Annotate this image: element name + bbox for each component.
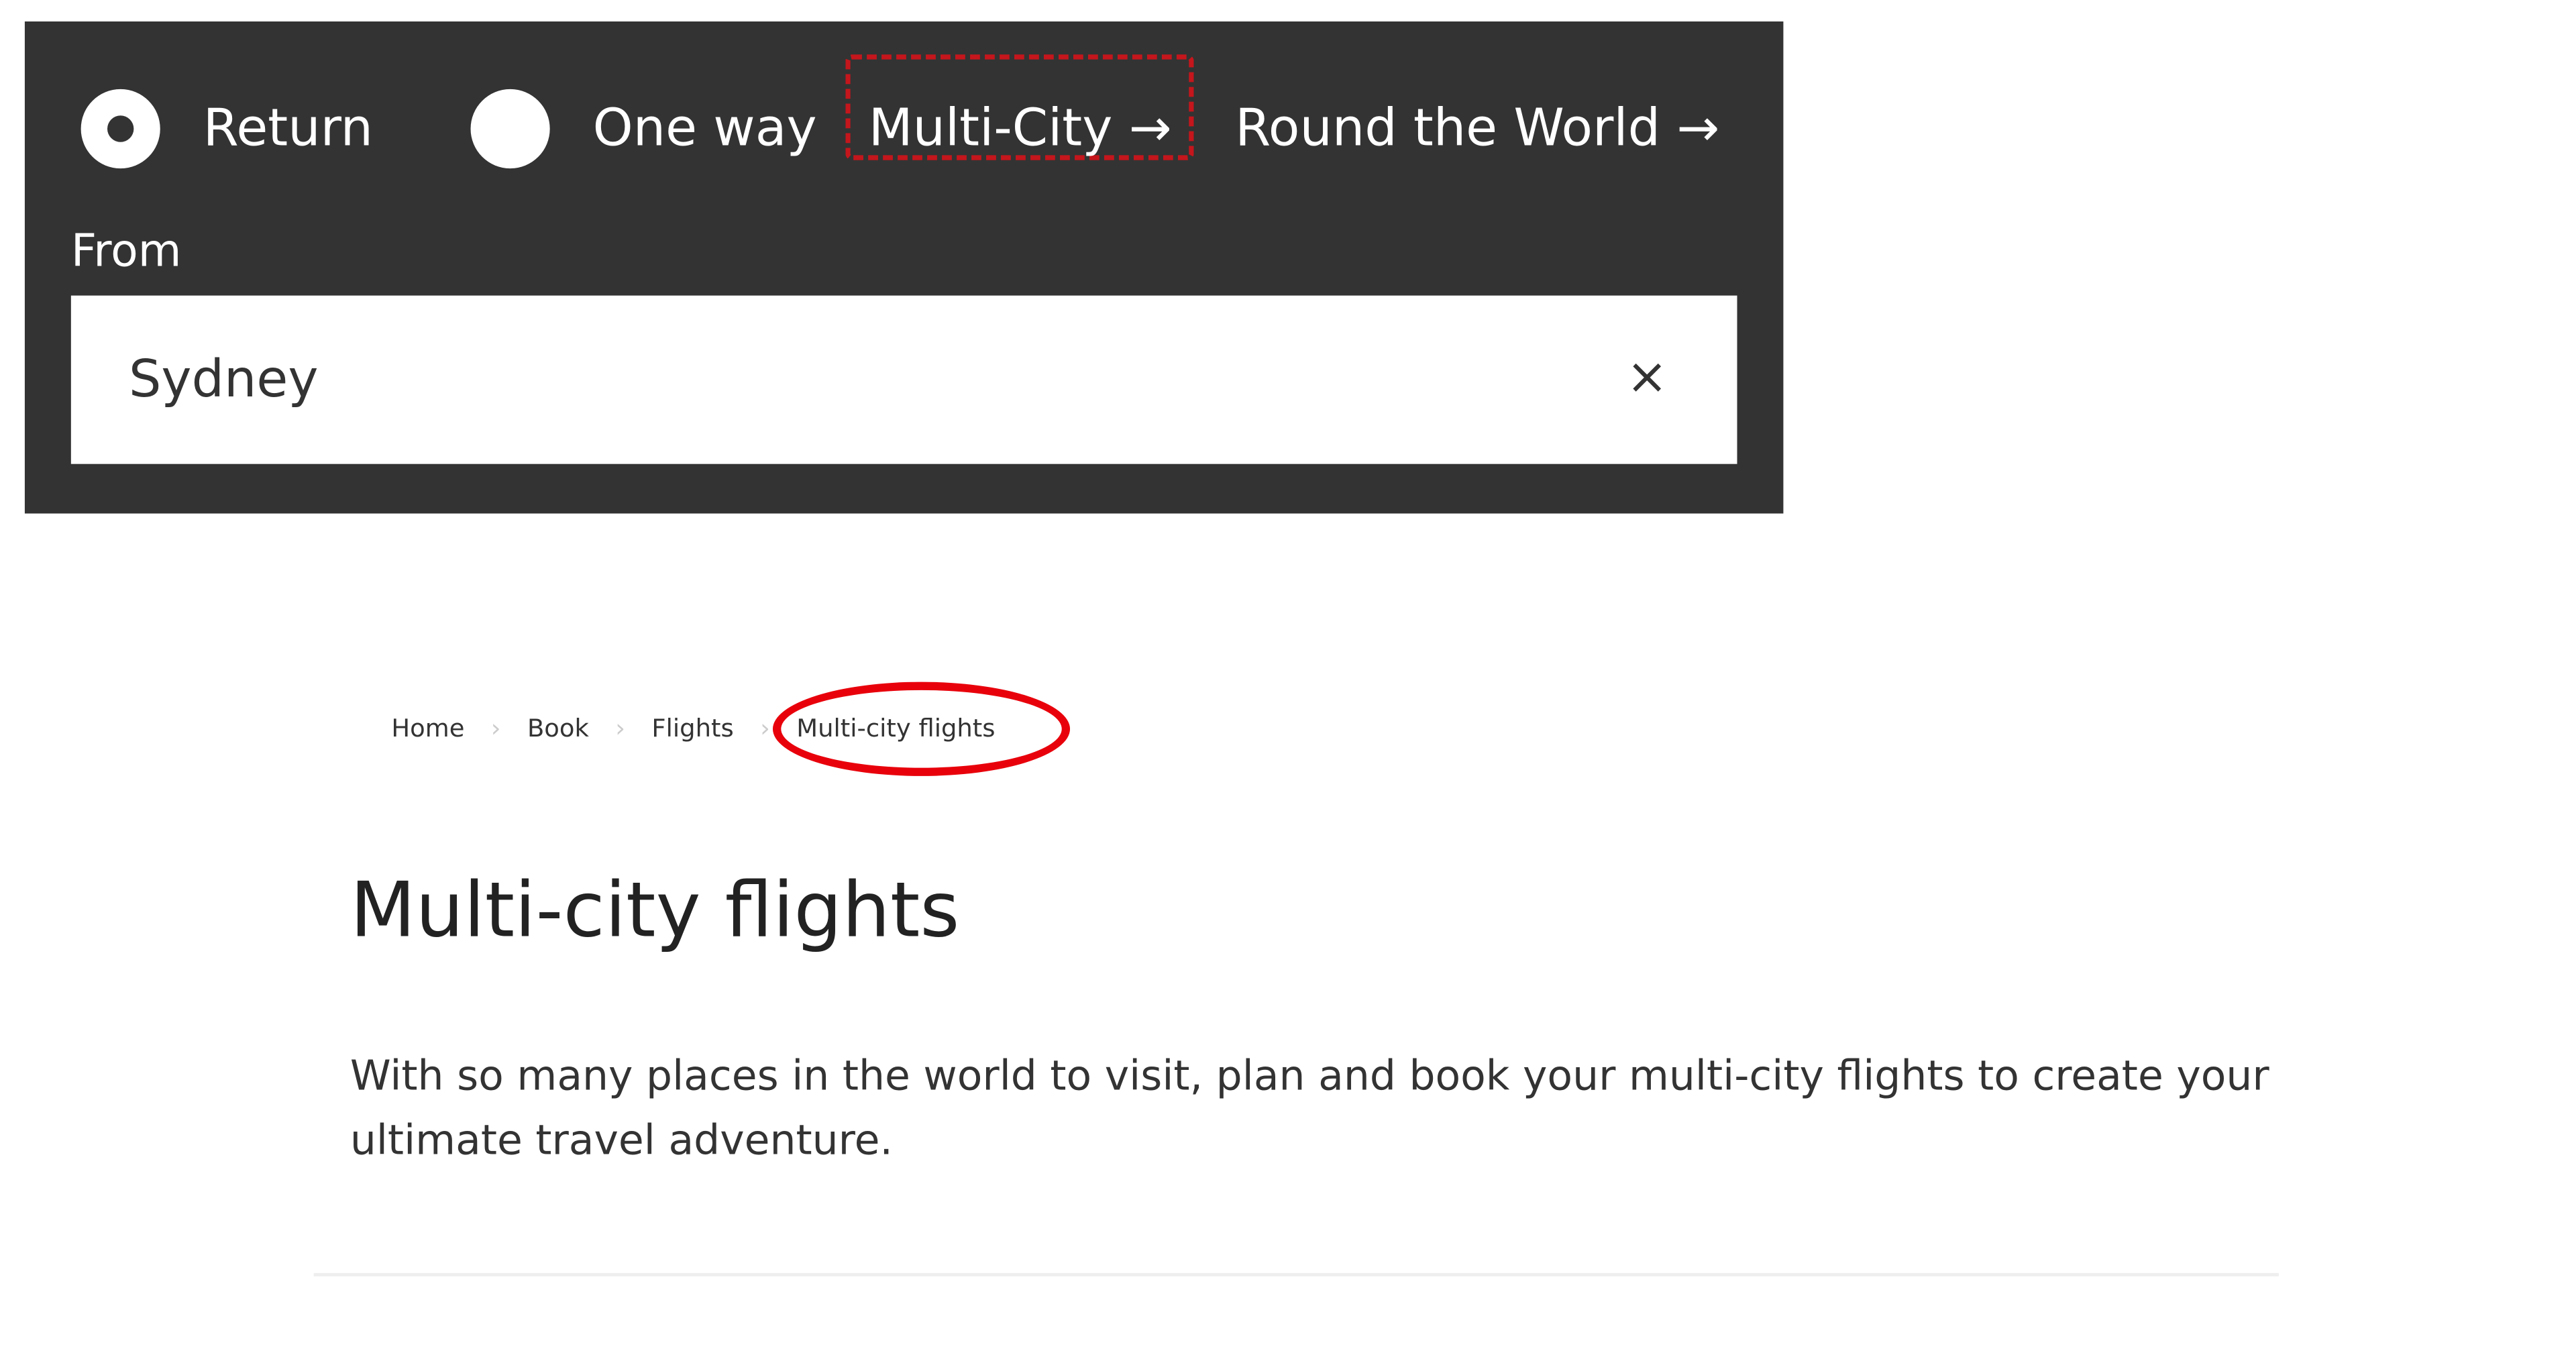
one-way-label: One way — [592, 99, 817, 159]
chevron-right-icon: › — [760, 713, 770, 743]
breadcrumb-book[interactable]: Book — [527, 713, 589, 743]
multi-city-link[interactable]: Multi-City → — [869, 87, 1172, 170]
flight-search-panel: Return One way Multi-City → Round the Wo… — [24, 21, 1784, 514]
chevron-right-icon: › — [490, 713, 501, 743]
chevron-right-icon: › — [615, 713, 626, 743]
radio-unselected-icon — [470, 89, 550, 169]
round-the-world-link[interactable]: Round the World → — [1235, 87, 1719, 170]
page-description: With so many places in the world to visi… — [350, 1051, 2269, 1164]
breadcrumb-home[interactable]: Home — [391, 713, 464, 743]
annotation-circle — [772, 682, 1071, 776]
from-label: From — [70, 226, 182, 278]
from-value: Sydney — [128, 349, 319, 410]
divider — [313, 1272, 2279, 1276]
close-icon[interactable]: × — [1626, 348, 1668, 406]
breadcrumb-flights[interactable]: Flights — [651, 713, 733, 743]
radio-selected-icon — [80, 89, 160, 169]
page: Return One way Multi-City → Round the Wo… — [0, 0, 2576, 1359]
one-way-radio[interactable]: One way — [470, 87, 817, 170]
return-label: Return — [203, 99, 373, 159]
from-input[interactable]: Sydney × — [70, 295, 1737, 464]
return-radio[interactable]: Return — [80, 87, 373, 170]
page-title: Multi-city flights — [350, 865, 960, 955]
